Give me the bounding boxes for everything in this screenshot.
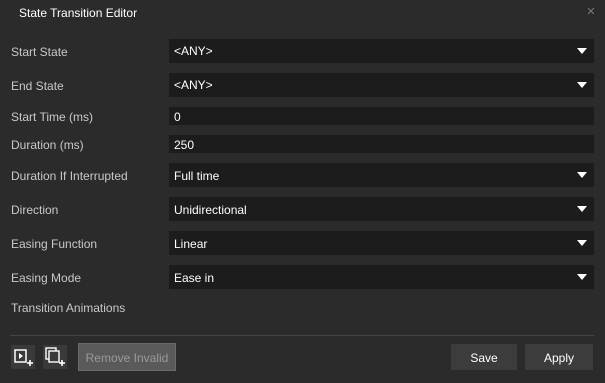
chevron-down-icon xyxy=(577,48,587,54)
easing-mode-label: Easing Mode xyxy=(11,271,82,285)
add-animation-button[interactable] xyxy=(11,345,35,369)
start-state-label: Start State xyxy=(11,45,68,59)
row-duration-if-interrupted: Duration If Interrupted Full time xyxy=(0,163,605,187)
start-time-input[interactable]: 0 xyxy=(169,107,594,125)
easing-mode-dropdown[interactable]: Ease in xyxy=(169,265,594,289)
title-bar: State Transition Editor ✕ xyxy=(0,0,605,26)
start-time-label: Start Time (ms) xyxy=(11,110,94,124)
add-group-button[interactable] xyxy=(43,345,67,369)
end-state-value: <ANY> xyxy=(174,78,213,92)
row-start-time: Start Time (ms) 0 xyxy=(0,107,605,125)
apply-button[interactable]: Apply xyxy=(524,343,594,371)
duration-if-interrupted-dropdown[interactable]: Full time xyxy=(169,163,594,187)
window-title: State Transition Editor xyxy=(19,6,138,20)
footer-divider xyxy=(10,335,594,336)
duration-label: Duration (ms) xyxy=(11,138,84,152)
duration-value: 250 xyxy=(174,138,195,152)
direction-value: Unidirectional xyxy=(174,203,247,217)
start-state-dropdown[interactable]: <ANY> xyxy=(169,39,594,63)
transition-animations-label: Transition Animations xyxy=(11,301,126,315)
direction-label: Direction xyxy=(11,203,59,217)
chevron-down-icon xyxy=(577,172,587,178)
close-icon[interactable]: ✕ xyxy=(585,6,597,18)
play-add-icon xyxy=(14,349,33,366)
chevron-down-icon xyxy=(577,274,587,280)
row-start-state: Start State <ANY> xyxy=(0,39,605,63)
duration-input[interactable]: 250 xyxy=(169,135,594,153)
direction-dropdown[interactable]: Unidirectional xyxy=(169,197,594,221)
copy-add-icon xyxy=(45,347,65,366)
easing-function-dropdown[interactable]: Linear xyxy=(169,231,594,255)
easing-mode-value: Ease in xyxy=(174,271,215,285)
easing-function-value: Linear xyxy=(174,237,208,251)
chevron-down-icon xyxy=(577,206,587,212)
chevron-down-icon xyxy=(577,240,587,246)
end-state-dropdown[interactable]: <ANY> xyxy=(169,73,594,97)
row-easing-function: Easing Function Linear xyxy=(0,231,605,255)
chevron-down-icon xyxy=(577,82,587,88)
row-easing-mode: Easing Mode Ease in xyxy=(0,265,605,289)
remove-invalid-button[interactable]: Remove Invalid xyxy=(78,343,176,371)
row-duration: Duration (ms) 250 xyxy=(0,135,605,153)
row-end-state: End State <ANY> xyxy=(0,73,605,97)
start-state-value: <ANY> xyxy=(174,44,213,58)
end-state-label: End State xyxy=(11,79,64,93)
duration-if-interrupted-label: Duration If Interrupted xyxy=(11,169,128,183)
easing-function-label: Easing Function xyxy=(11,237,98,251)
row-direction: Direction Unidirectional xyxy=(0,197,605,221)
save-button[interactable]: Save xyxy=(450,343,518,371)
duration-if-interrupted-value: Full time xyxy=(174,169,220,183)
start-time-value: 0 xyxy=(174,110,181,124)
